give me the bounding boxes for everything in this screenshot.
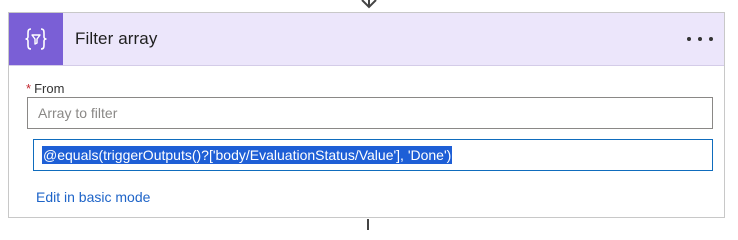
from-input[interactable]: Array to filter: [27, 97, 713, 129]
required-marker: *: [26, 81, 32, 96]
more-options-button[interactable]: [684, 27, 716, 51]
edit-in-basic-mode-link[interactable]: Edit in basic mode: [36, 189, 150, 205]
card-header[interactable]: Filter array: [9, 13, 724, 66]
connector-line: [367, 219, 369, 230]
flow-canvas: Filter array * From Array to filter @equa…: [0, 0, 738, 230]
connector-arrow-icon: [361, 0, 377, 9]
more-ellipsis-icon: [687, 37, 713, 41]
filter-array-action-card: Filter array * From Array to filter @equa…: [8, 12, 725, 218]
card-title[interactable]: Filter array: [75, 29, 157, 49]
from-input-placeholder: Array to filter: [38, 105, 118, 121]
filter-curly-braces-icon: [9, 13, 63, 65]
from-field-label: * From: [26, 81, 64, 96]
expression-input[interactable]: @equals(triggerOutputs()?['body/Evaluati…: [33, 139, 713, 171]
from-label-text: From: [34, 81, 65, 96]
expression-text-selected[interactable]: @equals(triggerOutputs()?['body/Evaluati…: [42, 146, 453, 164]
